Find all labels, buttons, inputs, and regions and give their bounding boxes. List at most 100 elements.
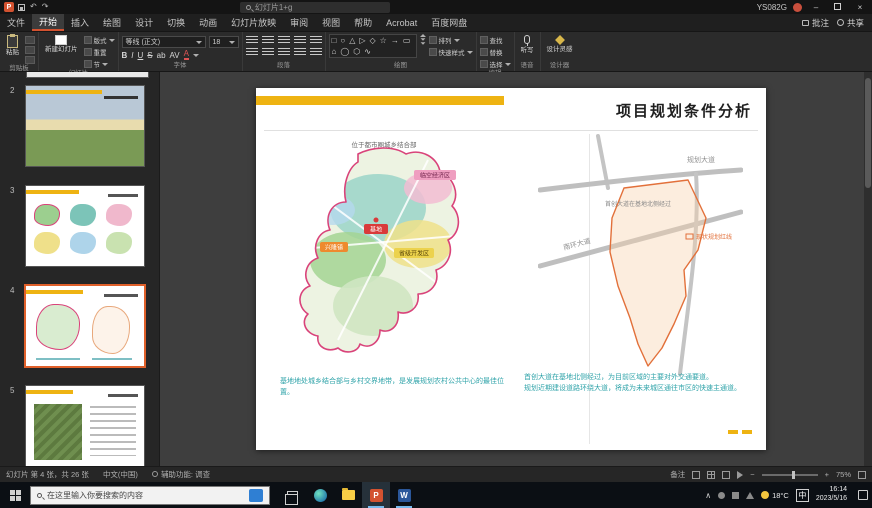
minimize-button[interactable]: – [808,3,824,12]
format-painter-icon[interactable] [25,56,35,64]
text-shadow-button[interactable]: ab [157,51,166,60]
search-highlights-icon[interactable] [249,489,263,502]
shape-glyph[interactable]: ◇ [370,36,376,46]
powerpoint-taskbar-button[interactable]: P [362,482,390,508]
left-map-caption[interactable]: 基地地处城乡结合部与乡村交界地带，是发展规划农村公共中心的最佳位置。 [280,376,508,398]
shape-glyph[interactable]: → [391,36,399,46]
designer-button[interactable]: 设计灵感 [544,34,576,54]
notes-toggle[interactable]: 备注 [670,469,685,480]
zoom-out-button[interactable]: − [750,470,754,479]
gallery-up-icon[interactable] [420,34,426,37]
shape-glyph[interactable]: ∿ [364,47,371,57]
character-spacing-button[interactable]: AV [170,51,180,60]
new-slide-button[interactable]: 新建幻灯片 [42,34,81,54]
columns-icon[interactable] [310,48,322,57]
menu-tab[interactable]: 动画 [192,14,224,31]
road-map-figure[interactable]: 规划大道 南环大道 首创大道在基地北侧经过 现状规划红线 [538,134,743,376]
redo-icon[interactable]: ↷ [42,3,49,11]
find-button[interactable]: 查找 [480,35,511,45]
vertical-scrollbar[interactable] [864,72,872,466]
menu-tab[interactable]: 帮助 [347,14,379,31]
reset-button[interactable]: 重置 [84,47,115,57]
align-left-icon[interactable] [246,48,258,57]
menu-tab[interactable]: 设计 [128,14,160,31]
menu-tab[interactable]: 开始 [32,14,64,31]
bold-button[interactable]: B [122,51,128,60]
action-center-icon[interactable] [858,490,868,500]
gallery-down-icon[interactable] [420,38,425,40]
gallery-more-icon[interactable] [420,42,425,44]
shape-glyph[interactable]: ◯ [340,47,349,57]
zoom-slider[interactable] [762,474,818,476]
zoom-slider-thumb[interactable] [792,471,795,479]
dictate-button[interactable]: 听写 [518,34,537,55]
shape-glyph[interactable]: ○ [340,36,345,46]
scrollbar-thumb[interactable] [865,78,871,188]
district-map-figure[interactable]: 位于都市圈城乡结合部 临空经济区 基地 [278,138,490,356]
line-spacing-icon[interactable] [310,36,322,45]
zoom-in-button[interactable]: + [825,470,829,479]
slide-count-status[interactable]: 幻灯片 第 4 张，共 26 张 [6,469,89,480]
copy-icon[interactable] [25,46,35,54]
font-color-button[interactable]: A [184,50,189,60]
fit-to-window-icon[interactable] [858,471,866,479]
ime-indicator[interactable]: 中 [796,489,809,502]
slide-canvas[interactable]: 项目规划条件分析 位于都市圈城乡结合部 [160,72,864,466]
reading-view-icon[interactable] [722,471,730,479]
zoom-percent[interactable]: 75% [836,470,851,479]
slide-sorter-view-icon[interactable] [707,471,715,479]
slide-title[interactable]: 项目规划条件分析 [616,100,752,121]
slideshow-view-icon[interactable] [737,471,743,479]
taskbar-search-box[interactable]: 在这里输入你要搜索的内容 [30,486,270,505]
task-view-button[interactable] [278,482,306,508]
shape-glyph[interactable]: □ [332,36,337,46]
language-status[interactable]: 中文(中国) [103,469,138,480]
bullets-icon[interactable] [246,36,258,45]
titlebar-search[interactable]: 幻灯片1+g [240,2,390,13]
menu-tab[interactable]: 视图 [315,14,347,31]
shape-glyph[interactable]: △ [349,36,355,46]
user-avatar[interactable] [793,3,802,12]
cut-icon[interactable] [25,36,35,44]
word-taskbar-button[interactable]: W [390,482,418,508]
hidden-icons-chevron[interactable]: ∧ [705,491,711,500]
paste-button[interactable]: 粘贴 [3,34,22,57]
slide-5-thumbnail[interactable] [26,386,144,466]
slide-2-thumbnail[interactable] [26,86,144,166]
tray-status-icon[interactable] [718,492,725,499]
close-button[interactable]: × [852,3,868,12]
slide-editor[interactable]: 项目规划条件分析 位于都市圈城乡结合部 [256,88,766,450]
indent-decrease-icon[interactable] [278,36,290,45]
shape-glyph[interactable]: ⌂ [332,47,337,57]
select-button[interactable]: 选择 [480,59,511,69]
tray-volume-icon[interactable] [746,492,754,499]
menu-tab[interactable]: Acrobat [379,14,424,31]
menu-tab[interactable]: 插入 [64,14,96,31]
maximize-button[interactable] [830,3,846,12]
menu-tab[interactable]: 切换 [160,14,192,31]
layout-button[interactable]: 版式 [84,35,115,45]
taskbar-clock[interactable]: 16:14 2023/5/16 [816,486,847,504]
menu-tab[interactable]: 审阅 [283,14,315,31]
right-map-caption[interactable]: 首创大道在基地北侧经过，为目前区域的主要对外交通要道。 规划近期建设道路环绕大道… [524,372,760,394]
undo-icon[interactable]: ↶ [30,3,37,11]
underline-button[interactable]: U [138,51,144,60]
share-button[interactable]: 共享 [837,17,864,29]
comments-button[interactable]: 批注 [802,17,829,29]
menu-tab[interactable]: 百度网盘 [424,14,474,31]
edge-browser-button[interactable] [306,482,334,508]
font-name-select[interactable]: 等线 (正文) [122,36,206,48]
menu-tab[interactable]: 绘图 [96,14,128,31]
slide-4-thumbnail-selected[interactable] [26,286,144,366]
shape-glyph[interactable]: ⬡ [353,47,360,57]
font-size-select[interactable]: 18 [209,36,239,48]
menu-tab[interactable]: 幻灯片放映 [224,14,283,31]
shape-gallery[interactable]: □○△▷◇☆→▭⌂◯⬡∿ [329,34,417,58]
section-button[interactable]: 节 [84,59,115,69]
start-button[interactable] [0,482,30,508]
shape-glyph[interactable]: ▷ [359,36,365,46]
justify-icon[interactable] [294,48,306,57]
file-explorer-button[interactable] [334,482,362,508]
weather-widget[interactable]: 18°C [761,491,789,500]
replace-button[interactable]: 替换 [480,47,511,57]
